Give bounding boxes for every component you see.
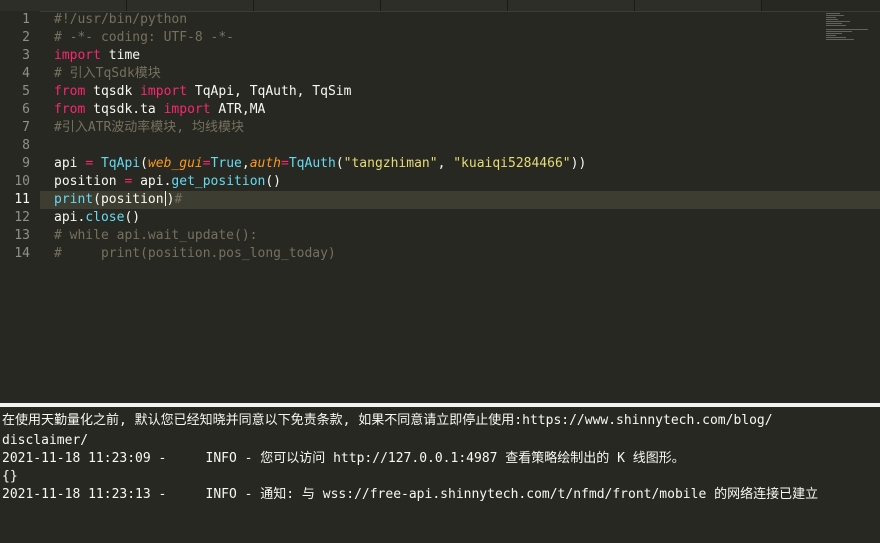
function-call: print xyxy=(54,192,94,207)
keyword: from xyxy=(54,102,86,117)
object: api. xyxy=(132,174,172,189)
operator: = xyxy=(202,156,211,171)
code-line-9[interactable]: api = TqApi(web_gui=True,auth=TqAuth("ta… xyxy=(54,155,586,173)
code-line-6[interactable]: from tqsdk.ta import ATR,MA xyxy=(54,101,265,119)
code-line-7[interactable]: #引入ATR波动率模块, 均线模块 xyxy=(54,119,244,137)
comment: #引入ATR波动率模块, 均线模块 xyxy=(54,120,244,135)
console-line: 2021-11-18 11:23:09 - INFO - 您可以访问 http:… xyxy=(2,451,685,466)
operator: = xyxy=(281,156,289,171)
code-line-11[interactable]: print(position)# xyxy=(54,191,182,209)
function-call: TqAuth xyxy=(288,156,336,171)
constant: True xyxy=(210,156,242,171)
line-number: 13 xyxy=(14,228,30,243)
paren: () xyxy=(265,174,281,189)
paren: )) xyxy=(570,156,587,171)
tab-1[interactable] xyxy=(0,0,127,11)
module-name: time xyxy=(100,48,141,63)
keyword: import xyxy=(163,102,211,117)
code-line-3[interactable]: import time xyxy=(54,47,140,65)
tab-active[interactable] xyxy=(762,0,880,11)
minimap[interactable] xyxy=(822,11,880,51)
object: api. xyxy=(54,210,86,225)
method-call: close xyxy=(85,210,125,225)
line-number: 8 xyxy=(22,138,30,153)
paren: ( xyxy=(335,156,344,171)
code-line-10[interactable]: position = api.get_position() xyxy=(54,173,281,191)
console-line: disclaimer/ xyxy=(2,433,89,448)
param-name: web_gui xyxy=(147,156,203,171)
comma: , xyxy=(437,156,454,171)
code-line-2[interactable]: # -*- coding: UTF-8 -*- xyxy=(54,29,234,47)
line-number: 4 xyxy=(22,66,30,81)
line-number: 14 xyxy=(14,246,30,261)
code-line-14[interactable]: # print(position.pos_long_today) xyxy=(54,245,336,263)
variable: api xyxy=(54,156,86,171)
tab-5[interactable] xyxy=(508,0,635,11)
comment: # print(position.pos_long_today) xyxy=(54,246,336,261)
console-line: {} xyxy=(2,469,18,484)
line-number-gutter: 1 2 3 4 5 6 7 8 9 10 11 12 13 14 xyxy=(0,11,40,401)
tab-4[interactable] xyxy=(381,0,508,11)
code-line-13[interactable]: # while api.wait_update(): xyxy=(54,227,258,245)
module-name: tqsdk.ta xyxy=(85,102,164,117)
line-number: 6 xyxy=(22,102,30,117)
comment: # while api.wait_update(): xyxy=(54,228,258,243)
method-call: get_position xyxy=(171,174,266,189)
line-number: 12 xyxy=(14,210,30,225)
line-number: 5 xyxy=(22,84,30,99)
keyword: from xyxy=(54,84,86,99)
import-names: TqApi, TqAuth, TqSim xyxy=(187,84,352,99)
argument: (position xyxy=(93,192,164,207)
code-editor[interactable]: #!/usr/bin/python # -*- coding: UTF-8 -*… xyxy=(54,11,824,401)
keyword: import xyxy=(54,48,101,63)
paren: ( xyxy=(140,156,148,171)
param-name: auth xyxy=(249,156,282,171)
string: "tangzhiman" xyxy=(343,156,438,171)
line-number-current: 11 xyxy=(14,192,30,207)
line-number: 3 xyxy=(22,48,30,63)
keyword: import xyxy=(140,84,188,99)
tab-3[interactable] xyxy=(254,0,381,11)
code-line-12[interactable]: api.close() xyxy=(54,209,140,227)
line-number: 2 xyxy=(22,30,30,45)
line-number: 7 xyxy=(22,120,30,135)
tab-2[interactable] xyxy=(127,0,254,11)
variable: position xyxy=(54,174,125,189)
comment: # 引入TqSdk模块 xyxy=(54,66,161,81)
line-number: 9 xyxy=(22,156,30,171)
console-line: 2021-11-18 11:23:13 - INFO - 通知: 与 wss:/… xyxy=(2,487,819,502)
console-line: 在使用天勤量化之前, 默认您已经知晓并同意以下免责条款, 如果不同意请立即停止使… xyxy=(2,413,773,428)
code-line-5[interactable]: from tqsdk import TqApi, TqAuth, TqSim xyxy=(54,83,351,101)
string: "kuaiqi5284466" xyxy=(453,156,571,171)
comment: # xyxy=(174,192,183,207)
operator: = xyxy=(85,156,94,171)
function-call: TqApi xyxy=(100,156,141,171)
output-console[interactable]: 在使用天勤量化之前, 默认您已经知晓并同意以下免责条款, 如果不同意请立即停止使… xyxy=(0,403,880,543)
comma: , xyxy=(241,156,250,171)
line-number: 1 xyxy=(22,12,30,27)
comment: #!/usr/bin/python xyxy=(54,12,188,27)
module-name: tqsdk xyxy=(85,84,141,99)
code-line-4[interactable]: # 引入TqSdk模块 xyxy=(54,65,161,83)
line-number: 10 xyxy=(14,174,30,189)
import-names: ATR,MA xyxy=(210,102,266,117)
tab-6[interactable] xyxy=(635,0,762,11)
comment: # -*- coding: UTF-8 -*- xyxy=(54,30,235,45)
paren: () xyxy=(124,210,141,225)
text-cursor xyxy=(164,191,166,206)
code-line-1[interactable]: #!/usr/bin/python xyxy=(54,11,187,29)
